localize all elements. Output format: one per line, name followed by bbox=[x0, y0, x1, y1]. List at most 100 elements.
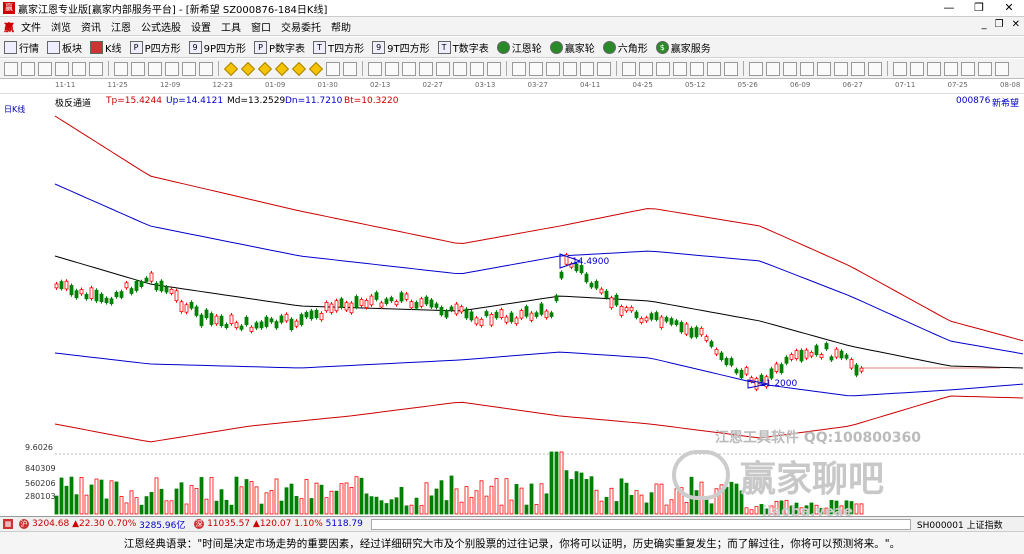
toolbar-9t-square-button[interactable]: 9 9T四方形 bbox=[368, 40, 433, 55]
candle-body bbox=[584, 273, 589, 283]
print-icon[interactable] bbox=[673, 61, 687, 76]
menu-tools[interactable]: 工具 bbox=[216, 19, 246, 34]
toolbar-t-table-button[interactable]: T T数字表 bbox=[434, 40, 493, 55]
zoom-icon[interactable] bbox=[89, 61, 103, 76]
save-icon[interactable] bbox=[639, 61, 653, 76]
toolbar-quote-button[interactable]: 行情 bbox=[0, 40, 43, 55]
gann-box-icon[interactable] bbox=[910, 61, 924, 76]
spiral-icon[interactable] bbox=[470, 61, 484, 76]
toolbar-p-square-button[interactable]: P P四方形 bbox=[126, 40, 185, 55]
index-selector[interactable]: SH000001 上证指数 bbox=[917, 518, 1003, 531]
target-icon[interactable] bbox=[326, 61, 340, 76]
play-back-icon[interactable] bbox=[182, 61, 196, 76]
eraser-icon[interactable] bbox=[961, 61, 975, 76]
cycle-icon[interactable] bbox=[343, 61, 357, 76]
indicator-icon[interactable] bbox=[55, 61, 69, 76]
ticker-scroll-area[interactable] bbox=[370, 518, 911, 530]
volume-bar bbox=[149, 492, 154, 515]
candle-body bbox=[689, 327, 694, 338]
toolbar-hexagon-button[interactable]: 六角形 bbox=[599, 40, 652, 55]
menu-file[interactable]: 文件 bbox=[16, 19, 46, 34]
minimize-button[interactable]: — bbox=[934, 0, 964, 16]
layout-icon[interactable] bbox=[4, 61, 18, 76]
delete-icon[interactable] bbox=[597, 61, 611, 76]
kline-chart[interactable]: 14.490011.2000 bbox=[0, 106, 1024, 446]
menu-formula[interactable]: 公式选股 bbox=[136, 19, 186, 34]
chart-type-icon[interactable] bbox=[21, 61, 35, 76]
menu-window[interactable]: 窗口 bbox=[246, 19, 276, 34]
candle-body bbox=[669, 318, 674, 325]
quote-icon[interactable] bbox=[38, 61, 52, 76]
rect-icon[interactable] bbox=[834, 61, 848, 76]
cross-icon[interactable] bbox=[529, 61, 543, 76]
zoom-in-icon[interactable] bbox=[749, 61, 763, 76]
grid-icon[interactable] bbox=[453, 61, 467, 76]
infinity-icon[interactable] bbox=[995, 61, 1009, 76]
grid-icon[interactable]: ▦ bbox=[3, 519, 13, 529]
angle-icon[interactable] bbox=[385, 61, 399, 76]
fib-icon[interactable] bbox=[868, 61, 882, 76]
period-icon[interactable] bbox=[72, 61, 86, 76]
parallel-icon[interactable] bbox=[817, 61, 831, 76]
play-first-icon[interactable] bbox=[148, 61, 162, 76]
menu-trade[interactable]: 交易委托 bbox=[276, 19, 326, 34]
p-table-icon: P bbox=[254, 40, 267, 54]
move-right-icon[interactable] bbox=[274, 61, 290, 76]
gann-square-icon[interactable] bbox=[927, 61, 941, 76]
text-icon[interactable] bbox=[487, 61, 501, 76]
ruler-icon[interactable] bbox=[114, 61, 128, 76]
move-down-icon[interactable] bbox=[240, 61, 256, 76]
toolbar-sector-button[interactable]: 板块 bbox=[43, 40, 86, 55]
ellipse-icon[interactable] bbox=[851, 61, 865, 76]
maximize-button[interactable]: ❐ bbox=[964, 0, 994, 16]
line-icon[interactable] bbox=[368, 61, 382, 76]
move-first-icon[interactable] bbox=[291, 61, 307, 76]
hand-icon[interactable] bbox=[512, 61, 526, 76]
menu-settings[interactable]: 设置 bbox=[186, 19, 216, 34]
candle-body bbox=[199, 314, 204, 327]
toolbar-kline-button[interactable]: K线 bbox=[86, 40, 126, 55]
arc-icon[interactable] bbox=[436, 61, 450, 76]
move-left-icon[interactable] bbox=[257, 61, 273, 76]
arrow-icon[interactable] bbox=[563, 61, 577, 76]
select-icon[interactable] bbox=[546, 61, 560, 76]
toolbar-winner-wheel-button[interactable]: 赢家轮 bbox=[546, 40, 599, 55]
line-tool-icon[interactable] bbox=[783, 61, 797, 76]
volume-bar bbox=[744, 507, 749, 515]
close-button[interactable]: ✕ bbox=[994, 0, 1024, 16]
color-wheel-icon[interactable] bbox=[978, 61, 992, 76]
toolbar-t-square-button[interactable]: T T四方形 bbox=[309, 40, 368, 55]
move-last-icon[interactable] bbox=[308, 61, 324, 76]
mdi-restore-button[interactable]: ❐ bbox=[995, 19, 1004, 30]
sh-index-pct: 0.70% bbox=[107, 519, 137, 529]
play-prev-icon[interactable] bbox=[165, 61, 179, 76]
save-as-icon[interactable] bbox=[656, 61, 670, 76]
mdi-minimize-button[interactable]: _ bbox=[982, 19, 987, 30]
lock-icon[interactable] bbox=[622, 61, 636, 76]
menu-help[interactable]: 帮助 bbox=[326, 19, 356, 34]
ray-icon[interactable] bbox=[800, 61, 814, 76]
pitchfork-icon[interactable] bbox=[944, 61, 958, 76]
volume-bar bbox=[289, 483, 294, 515]
menu-info[interactable]: 资讯 bbox=[76, 19, 106, 34]
candle-body bbox=[524, 306, 529, 317]
move-up-icon[interactable] bbox=[223, 61, 239, 76]
play-fwd-icon[interactable] bbox=[199, 61, 213, 76]
volume-bar bbox=[279, 500, 284, 515]
box-icon[interactable] bbox=[580, 61, 594, 76]
zoom-out-icon[interactable] bbox=[766, 61, 780, 76]
export-icon[interactable] bbox=[690, 61, 704, 76]
gann-fan-icon[interactable] bbox=[893, 61, 907, 76]
cursor-icon[interactable] bbox=[131, 61, 145, 76]
menu-gann[interactable]: 江恩 bbox=[106, 19, 136, 34]
menu-browse[interactable]: 浏览 bbox=[46, 19, 76, 34]
toolbar-9p-square-button[interactable]: 9 9P四方形 bbox=[185, 40, 250, 55]
mdi-close-button[interactable]: ✕ bbox=[1012, 19, 1020, 30]
toolbar-service-button[interactable]: $ 赢家服务 bbox=[652, 40, 715, 55]
toolbar-gann-wheel-button[interactable]: 江恩轮 bbox=[493, 40, 546, 55]
channel-icon[interactable] bbox=[419, 61, 433, 76]
toolbar-p-table-button[interactable]: P P数字表 bbox=[250, 40, 309, 55]
color-pen-icon[interactable] bbox=[724, 61, 738, 76]
refresh-icon[interactable] bbox=[707, 61, 721, 76]
fan-icon[interactable] bbox=[402, 61, 416, 76]
